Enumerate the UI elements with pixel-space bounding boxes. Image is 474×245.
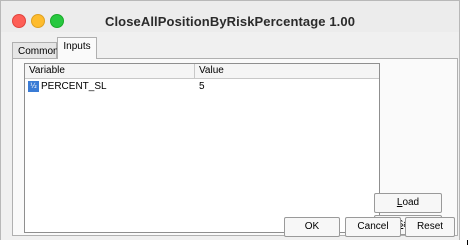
- reset-button[interactable]: Reset: [405, 217, 455, 237]
- tab-common[interactable]: Common: [12, 42, 59, 59]
- column-header-value[interactable]: Value: [195, 64, 379, 78]
- dialog-window: CloseAllPositionByRiskPercentage 1.00 Co…: [0, 0, 460, 240]
- inputs-panel: Variable Value ½ PERCENT_SL 5 Load Save: [12, 58, 458, 236]
- variable-cell[interactable]: ½ PERCENT_SL: [25, 79, 195, 95]
- table-header: Variable Value: [25, 64, 379, 79]
- cancel-button[interactable]: Cancel: [345, 217, 401, 237]
- variable-name: PERCENT_SL: [41, 81, 107, 92]
- load-button-label: oad: [402, 197, 420, 208]
- title-bar: CloseAllPositionByRiskPercentage 1.00: [1, 1, 459, 31]
- inputs-table: Variable Value ½ PERCENT_SL 5: [24, 63, 380, 233]
- window-title: CloseAllPositionByRiskPercentage 1.00: [104, 14, 356, 29]
- table-row[interactable]: ½ PERCENT_SL 5: [25, 79, 379, 95]
- parameter-type-icon: ½: [28, 81, 39, 92]
- chart-candle: [467, 240, 468, 245]
- column-header-variable[interactable]: Variable: [25, 64, 195, 78]
- dialog-body: Common Inputs Variable Value ½ PERCENT_S…: [1, 32, 459, 240]
- load-button[interactable]: Load: [374, 193, 442, 213]
- tab-inputs[interactable]: Inputs: [57, 37, 97, 59]
- value-cell[interactable]: 5: [195, 79, 379, 95]
- ok-button[interactable]: OK: [284, 217, 340, 237]
